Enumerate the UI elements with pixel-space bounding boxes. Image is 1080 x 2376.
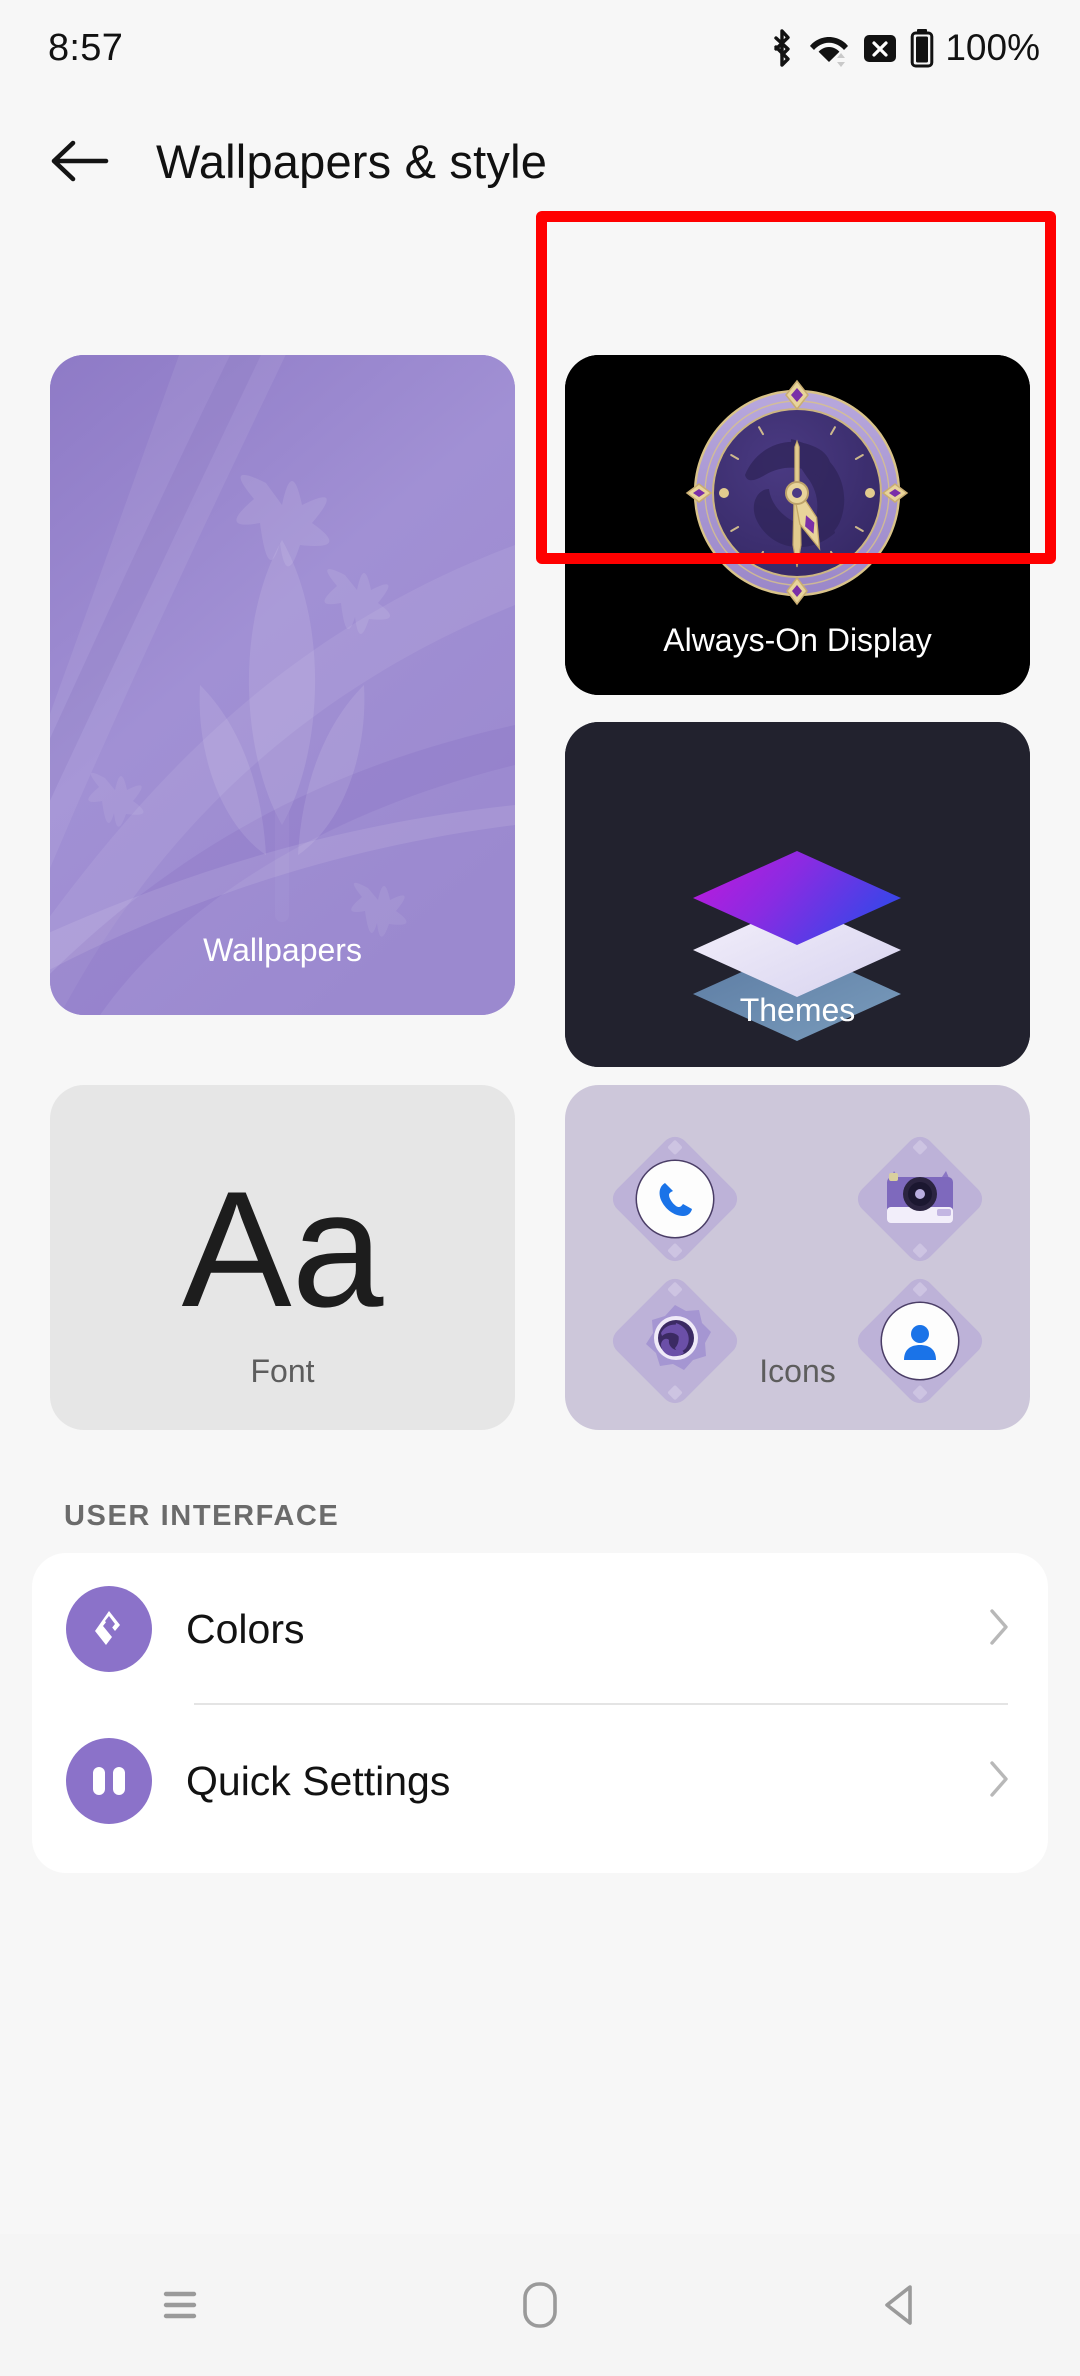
chevron-right-icon [988,1607,1010,1652]
palette-icon [66,1586,152,1672]
themes-card-label: Themes [739,992,856,1028]
battery-percent-label: 100% [945,27,1040,68]
screen: 8:57 100% Wallpapers & style Wallpapers … [0,0,1080,2376]
font-sample-text: Aa [181,1157,384,1341]
quick-settings-icon [66,1738,152,1824]
status-bar-clock: 8:57 [48,26,124,69]
back-icon[interactable] [825,2250,975,2360]
section-header-user-interface: USER INTERFACE [64,1500,340,1532]
list-item-colors-label: Colors [186,1605,305,1652]
home-icon[interactable] [465,2250,615,2360]
wifi-icon [808,28,850,68]
themes-card[interactable]: Themes [565,722,1030,1067]
always-on-display-card[interactable]: Always-On Display [565,355,1030,695]
system-navigation-bar [0,2234,1080,2376]
always-on-display-card-label: Always-On Display [663,622,932,658]
status-bar-icons: 100% [769,27,1040,69]
list-item-quick-settings-label: Quick Settings [186,1757,451,1804]
app-bar: Wallpapers & style [0,96,1080,226]
user-interface-list: Colors Quick Settings [32,1553,1048,1873]
battery-icon [910,28,934,68]
list-item-colors[interactable]: Colors [32,1553,1048,1705]
page-title: Wallpapers & style [156,134,548,188]
bluetooth-icon [769,28,795,68]
back-arrow-icon[interactable] [40,121,120,201]
recents-icon[interactable] [105,2250,255,2360]
sim-no-signal-icon [863,30,897,66]
status-bar: 8:57 100% [0,0,1080,96]
wallpapers-card-label: Wallpapers [203,932,362,968]
wallpapers-card[interactable]: Wallpapers [50,355,515,1015]
icons-card[interactable]: Icons [565,1085,1030,1430]
phone-icon [606,1131,743,1267]
font-card-label: Font [250,1353,315,1389]
font-card[interactable]: Aa Font [50,1085,515,1430]
list-item-quick-settings[interactable]: Quick Settings [32,1705,1048,1857]
camera-icon [852,1131,989,1267]
icons-card-label: Icons [759,1353,836,1389]
chevron-right-icon [988,1759,1010,1804]
